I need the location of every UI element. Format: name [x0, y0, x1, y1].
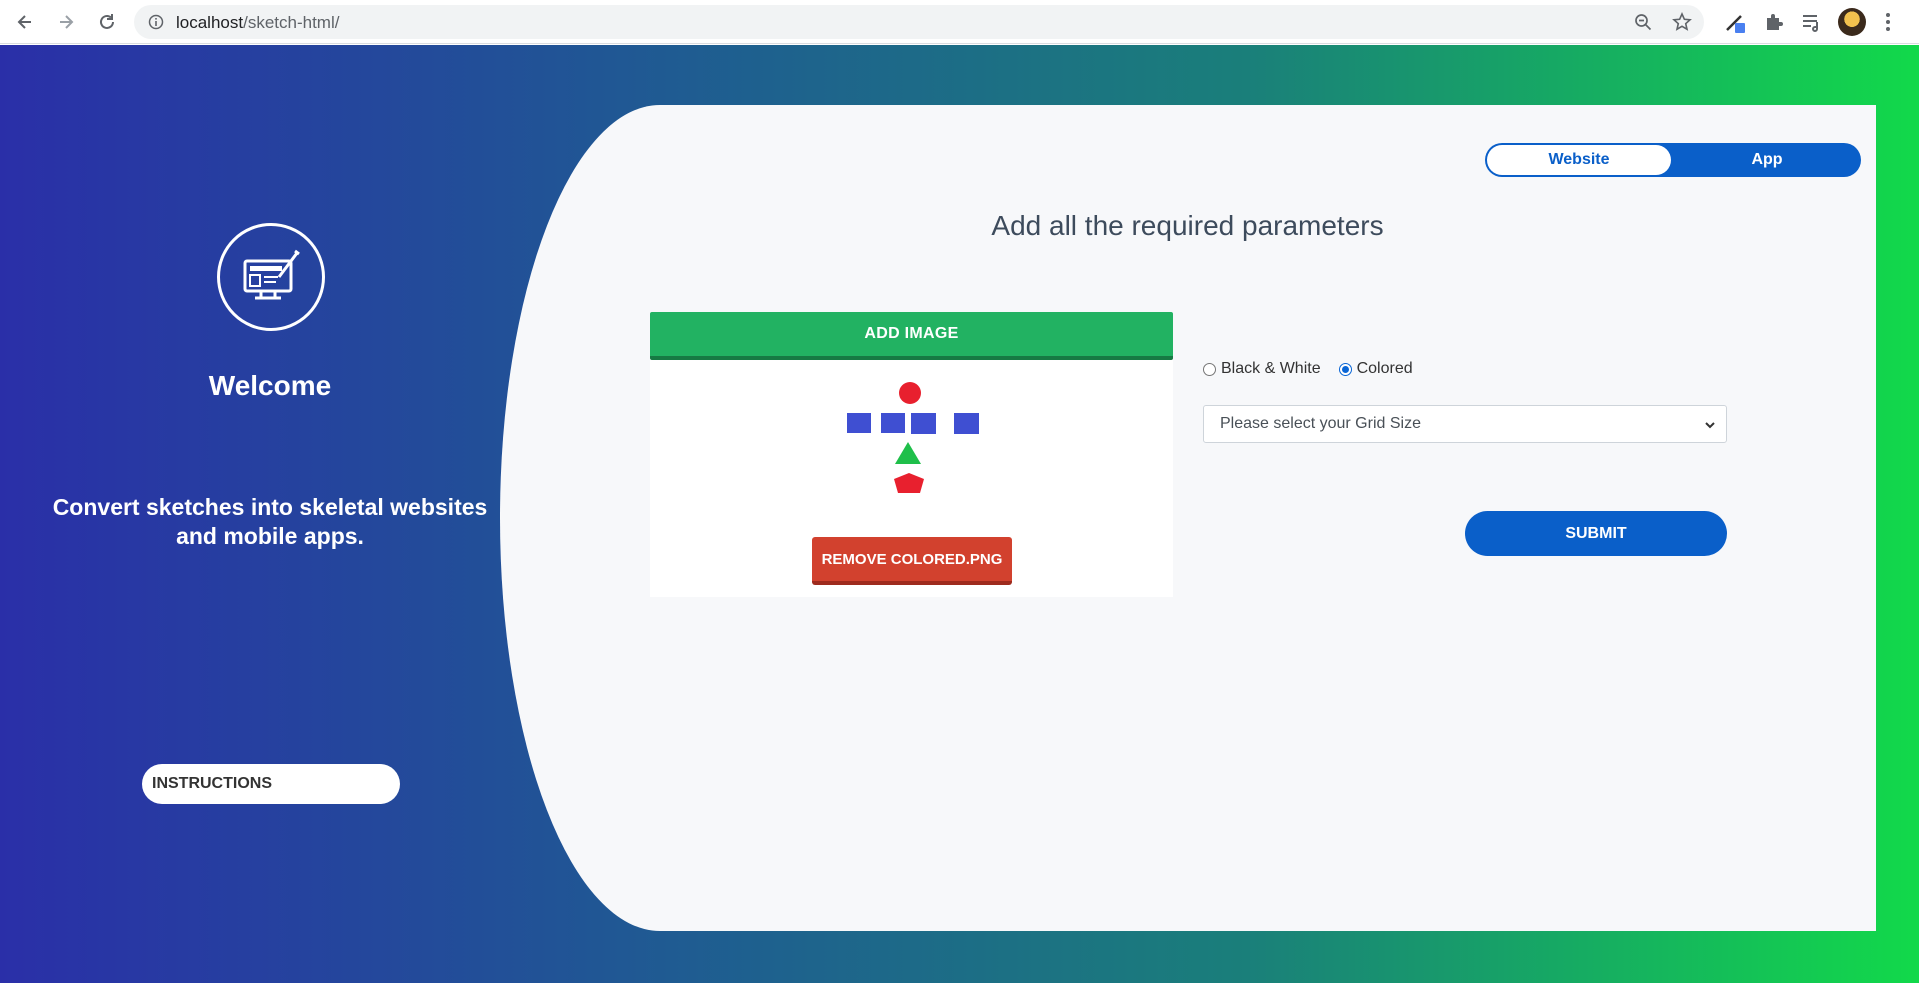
preview-circle — [899, 382, 921, 404]
avatar[interactable] — [1838, 8, 1866, 36]
forward-icon[interactable] — [53, 9, 79, 35]
color-mode-radio-group: Black & White Colored — [1203, 358, 1431, 380]
image-upload-box: ADD IMAGE REMOVE COLORED.PNG — [650, 312, 1173, 597]
radio-colored-label[interactable]: Colored — [1357, 360, 1413, 378]
puzzle-extension-icon[interactable] — [1762, 10, 1786, 34]
grid-size-select[interactable]: Please select your Grid Size — [1203, 405, 1727, 443]
page-title: Add all the required parameters — [991, 210, 1384, 241]
page-background: Welcome Convert sketches into skeletal w… — [0, 45, 1919, 983]
reload-icon[interactable] — [94, 9, 120, 35]
url-text: localhost/sketch-html/ — [176, 13, 339, 33]
reading-list-icon[interactable] — [1800, 10, 1824, 34]
radio-black-white[interactable] — [1203, 362, 1216, 376]
eyedropper-extension-icon[interactable] — [1723, 10, 1747, 34]
preview-triangle — [895, 442, 921, 464]
zoom-icon[interactable] — [1634, 13, 1652, 31]
submit-button[interactable]: SUBMIT — [1465, 511, 1727, 556]
toggle-website[interactable]: Website — [1487, 145, 1671, 175]
preview-square — [881, 413, 905, 433]
toggle-app[interactable]: App — [1675, 143, 1859, 177]
preview-pentagon — [894, 473, 924, 493]
monitor-pen-logo-icon — [217, 223, 325, 331]
tagline: Convert sketches into skeletal websites … — [52, 494, 488, 549]
preview-square — [847, 413, 871, 433]
preview-square — [954, 413, 979, 434]
welcome-title: Welcome — [208, 370, 332, 401]
browser-toolbar: localhost/sketch-html/ — [0, 0, 1919, 44]
url-host: localhost — [176, 13, 244, 32]
add-image-button[interactable]: ADD IMAGE — [650, 312, 1173, 360]
remove-image-button[interactable]: REMOVE COLORED.PNG — [812, 537, 1012, 585]
radio-black-white-label[interactable]: Black & White — [1221, 360, 1321, 378]
chevron-down-icon — [1705, 422, 1715, 429]
instructions-button[interactable]: INSTRUCTIONS — [142, 764, 400, 804]
url-path: /sketch-html/ — [243, 13, 340, 32]
sketch-preview-image — [847, 382, 979, 493]
menu-dots-icon[interactable] — [1884, 10, 1892, 34]
radio-colored[interactable] — [1338, 362, 1352, 376]
back-icon[interactable] — [12, 9, 38, 35]
grid-size-select-value: Please select your Grid Size — [1220, 415, 1421, 432]
info-icon[interactable] — [148, 14, 164, 30]
star-icon[interactable] — [1672, 12, 1692, 32]
website-app-toggle[interactable]: Website App — [1485, 143, 1861, 177]
address-bar[interactable]: localhost/sketch-html/ — [134, 5, 1704, 39]
preview-square — [911, 413, 936, 434]
left-panel: Welcome Convert sketches into skeletal w… — [0, 45, 540, 983]
